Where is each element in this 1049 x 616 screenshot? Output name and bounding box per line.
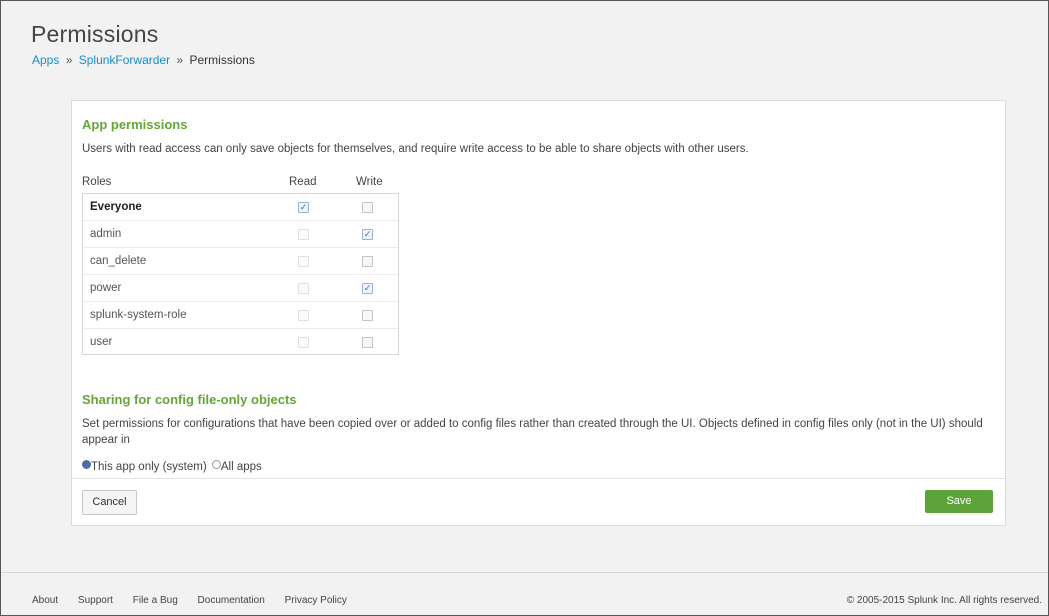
footer-link-file-a-bug[interactable]: File a Bug bbox=[133, 595, 178, 606]
footer-link-documentation[interactable]: Documentation bbox=[198, 595, 265, 606]
read-checkbox bbox=[298, 337, 309, 348]
role-name: can_delete bbox=[90, 255, 147, 267]
footer-links: About Support File a Bug Documentation P… bbox=[32, 595, 364, 606]
role-name: user bbox=[90, 336, 113, 348]
permissions-panel: App permissions Users with read access c… bbox=[71, 100, 1006, 526]
read-checkbox bbox=[298, 256, 309, 267]
read-column-header: Read bbox=[289, 176, 317, 188]
breadcrumb-current: Permissions bbox=[189, 53, 255, 67]
breadcrumb-separator: » bbox=[176, 53, 184, 67]
cancel-button[interactable]: Cancel bbox=[82, 490, 137, 515]
footer-link-support[interactable]: Support bbox=[78, 595, 113, 606]
role-row: splunk-system-role bbox=[83, 302, 398, 329]
footer-link-privacy-policy[interactable]: Privacy Policy bbox=[285, 595, 347, 606]
roles-table-header: Roles Read Write bbox=[82, 176, 399, 192]
read-checkbox[interactable]: ✓ bbox=[298, 202, 309, 213]
read-checkbox bbox=[298, 283, 309, 294]
sharing-description: Set permissions for configurations that … bbox=[82, 418, 983, 446]
breadcrumb-apps-link[interactable]: Apps bbox=[32, 53, 59, 67]
role-row: Everyone ✓ bbox=[83, 194, 398, 221]
role-row: power ✓ bbox=[83, 275, 398, 302]
breadcrumb-splunkforwarder-link[interactable]: SplunkForwarder bbox=[79, 53, 170, 67]
breadcrumb-separator: » bbox=[65, 53, 73, 67]
roles-table: Everyone ✓ admin ✓ can_deletepower ✓ splunk-sy… bbox=[82, 193, 399, 355]
footer-link-about[interactable]: About bbox=[32, 595, 58, 606]
sharing-heading: Sharing for config file-only objects bbox=[82, 392, 297, 407]
all-apps-label: All apps bbox=[220, 461, 262, 473]
write-checkbox[interactable] bbox=[362, 337, 373, 348]
roles-column-header: Roles bbox=[82, 176, 112, 188]
write-checkbox[interactable] bbox=[362, 310, 373, 321]
write-checkbox[interactable]: ✓ bbox=[362, 283, 373, 294]
role-name: splunk-system-role bbox=[90, 309, 187, 321]
page-frame: Permissions Apps » SplunkForwarder » Per… bbox=[0, 0, 1049, 616]
sharing-options: This app only (system) All apps bbox=[82, 460, 262, 473]
footer-divider bbox=[1, 572, 1048, 573]
write-column-header: Write bbox=[356, 176, 383, 188]
role-name: Everyone bbox=[90, 201, 142, 213]
breadcrumb: Apps » SplunkForwarder » Permissions bbox=[32, 53, 255, 67]
page-title: Permissions bbox=[31, 21, 159, 47]
role-row: admin ✓ bbox=[83, 221, 398, 248]
app-permissions-description: Users with read access can only save obj… bbox=[82, 143, 749, 155]
this-app-only-label: This app only (system) bbox=[91, 461, 207, 473]
read-checkbox bbox=[298, 310, 309, 321]
save-button[interactable]: Save bbox=[925, 490, 993, 513]
all-apps-radio[interactable] bbox=[211, 460, 221, 469]
write-checkbox[interactable] bbox=[362, 256, 373, 267]
write-checkbox[interactable]: ✓ bbox=[362, 229, 373, 240]
read-checkbox bbox=[298, 229, 309, 240]
role-name: power bbox=[90, 282, 122, 294]
write-checkbox[interactable] bbox=[362, 202, 373, 213]
copyright: © 2005-2015 Splunk Inc. All rights reser… bbox=[846, 595, 1042, 606]
this-app-only-radio[interactable] bbox=[82, 460, 91, 469]
role-row: can_delete bbox=[83, 248, 398, 275]
panel-actions: Cancel Save bbox=[72, 478, 1005, 526]
app-permissions-heading: App permissions bbox=[82, 117, 188, 132]
role-name: admin bbox=[90, 228, 122, 240]
role-row: user bbox=[83, 329, 398, 355]
